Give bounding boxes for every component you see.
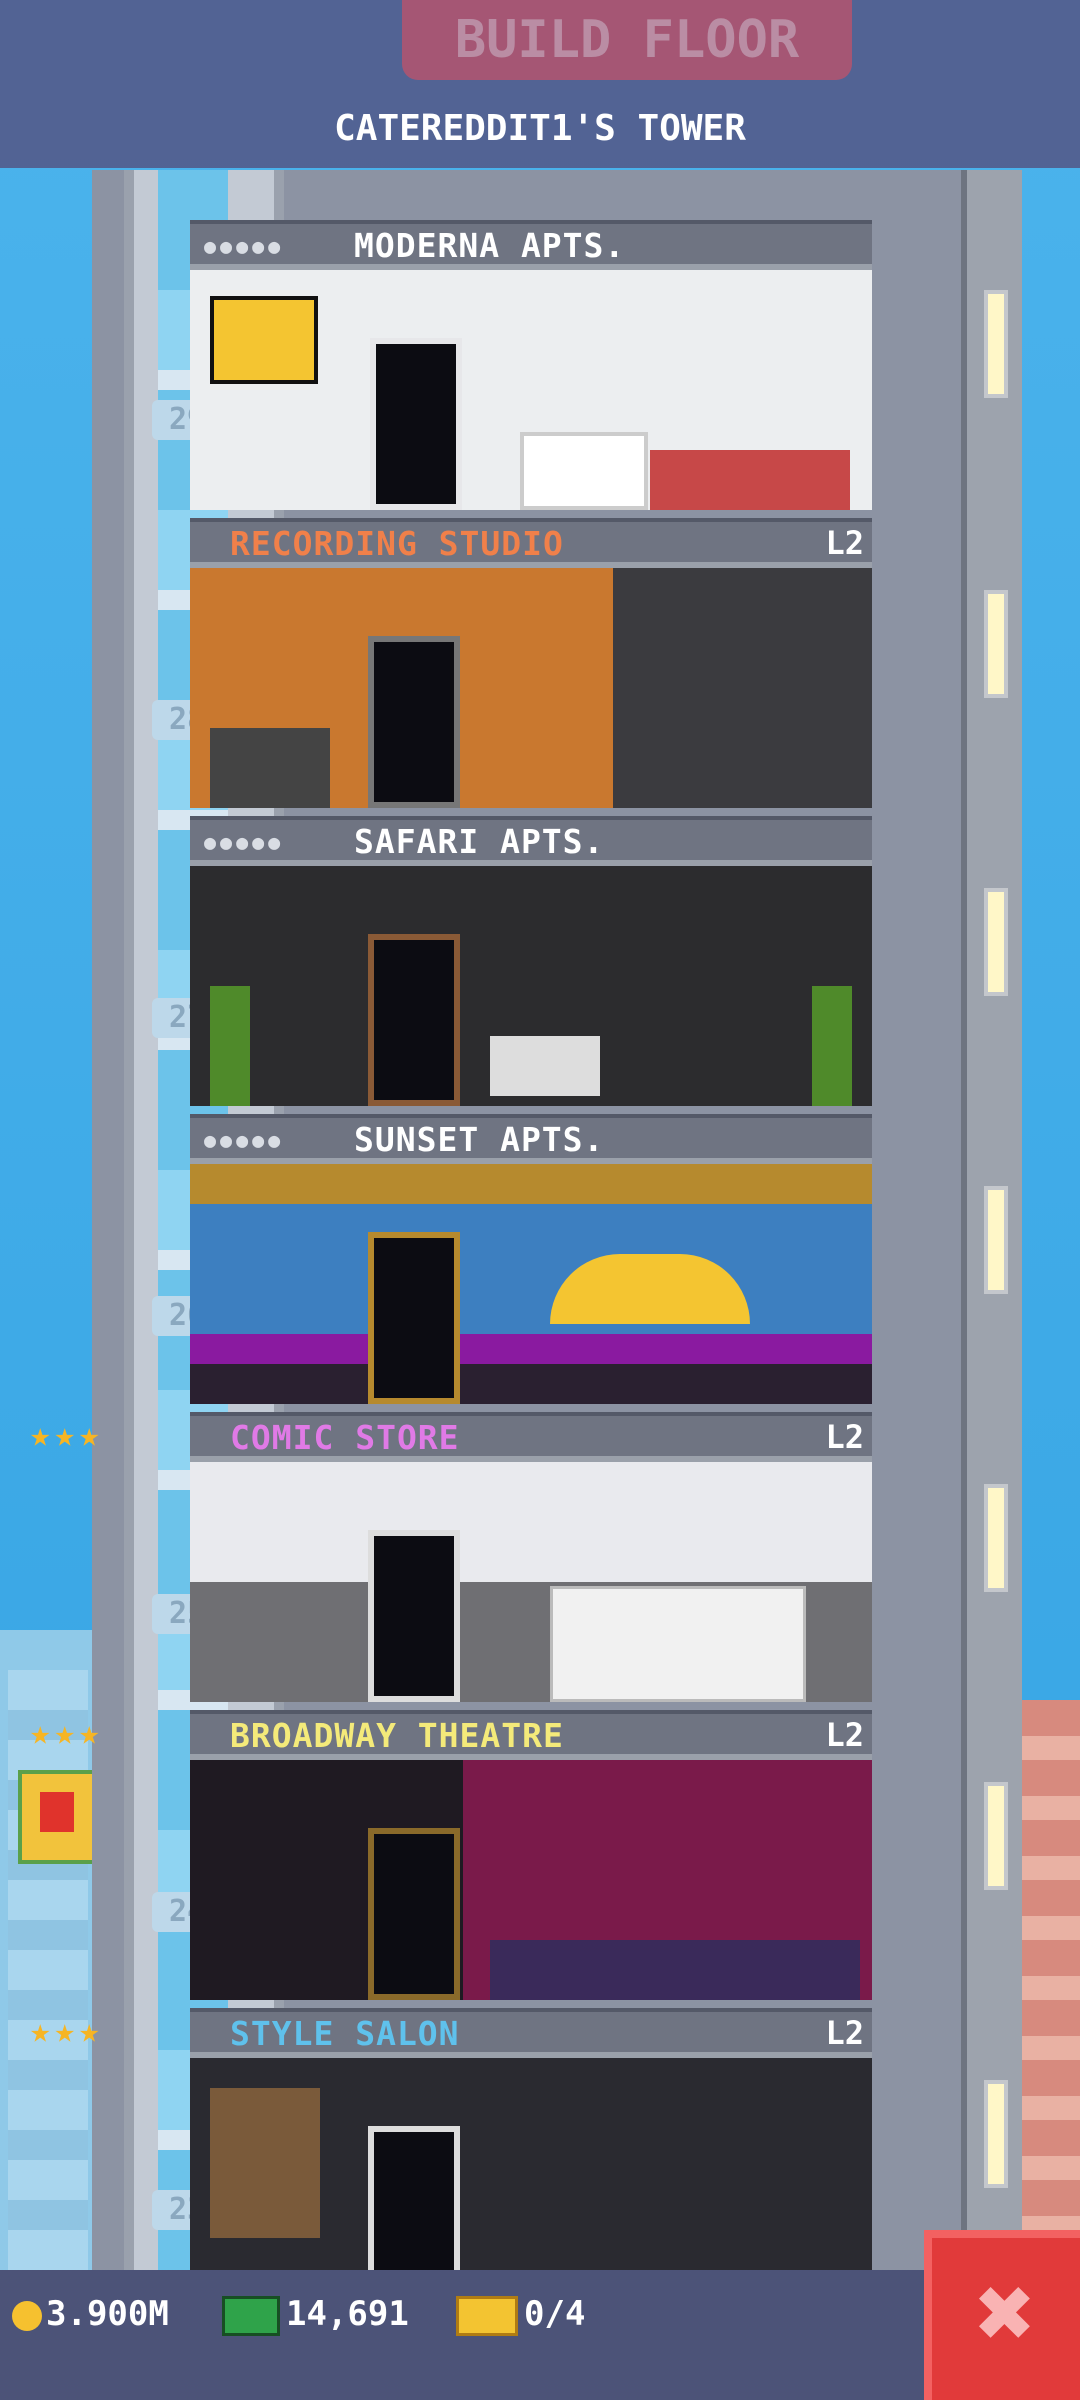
product-shelf [210,2088,320,2238]
coins-counter: 3.900M [12,2294,169,2334]
ticket-icon [456,2295,518,2336]
window-light [984,590,1008,698]
wall-painting [210,296,318,384]
floor-sign: ●●●●● MODERNA APTS. [190,220,872,270]
sofa [490,1036,600,1096]
window-light [984,888,1008,996]
window-light [984,1186,1008,1294]
floor-level-badge: L2 [825,2014,864,2052]
tower-right-column [961,170,1022,2290]
coins-value: 3.900M [46,2294,169,2334]
window-light [984,1782,1008,1890]
occupancy-indicator: ●●●●● [204,234,285,258]
floor-name: BROADWAY THEATRE [230,1716,564,1755]
floor-comic-store[interactable]: COMIC STORE L2 [190,1412,872,1710]
occupancy-indicator: ●●●●● [204,830,285,854]
stars-rating: ★★★ [30,1415,104,1455]
sunset-mural [550,1254,750,1324]
fries-billboard [18,1770,96,1864]
header-bar: BUILD FLOOR CATEREDDIT1'S TOWER [0,0,1080,168]
tickets-counter: 0/4 [456,2294,585,2336]
floor-sign: ●●●●● SUNSET APTS. [190,1114,872,1164]
floor-name: SUNSET APTS. [354,1120,605,1159]
floor-name: MODERNA APTS. [354,226,626,265]
floor-sign: ●●●●● SAFARI APTS. [190,816,872,866]
fireplace [520,432,648,510]
floor-room[interactable] [190,1760,872,2000]
build-floor-button[interactable]: BUILD FLOOR [402,0,852,80]
floor-room[interactable] [190,270,872,510]
sofa [650,450,850,510]
tickets-value: 0/4 [524,2294,586,2334]
floor-sign: COMIC STORE L2 [190,1412,872,1462]
floor-sunset-apts[interactable]: ●●●●● SUNSET APTS. [190,1114,872,1412]
door [370,338,462,510]
floor-name: SAFARI APTS. [354,822,605,861]
floor-style-salon[interactable]: STYLE SALON L2 [190,2008,872,2306]
plant [210,986,250,1106]
stars-rating: ★★★ [30,2011,104,2051]
window-light [984,1484,1008,1592]
occupancy-indicator: ●●●●● [204,1128,285,1152]
floor-room[interactable] [190,568,872,808]
floor-room[interactable] [190,1164,872,1404]
door [368,1232,460,1404]
floor-level-badge: L2 [825,1716,864,1754]
close-button[interactable]: ✖ [924,2230,1080,2400]
floor-sign: STYLE SALON L2 [190,2008,872,2058]
floor-name: STYLE SALON [230,2014,460,2053]
floor-level-badge: L2 [825,524,864,562]
door [368,1530,460,1702]
window-light [984,290,1008,398]
door [368,636,460,808]
floor-name: RECORDING STUDIO [230,524,564,563]
stars-rating: ★★★ [30,1713,104,1753]
floor-level-badge: L2 [825,1418,864,1456]
floor-broadway-theatre[interactable]: BROADWAY THEATRE L2 [190,1710,872,2008]
floor-room[interactable] [190,1462,872,1702]
coin-icon [12,2300,42,2331]
floor-name: COMIC STORE [230,1418,460,1457]
theatre-seats [490,1940,860,2000]
tower-title: CATEREDDIT1'S TOWER [334,108,746,149]
floor-recording-studio[interactable]: RECORDING STUDIO L2 [190,518,872,816]
floor-safari-apts[interactable]: ●●●●● SAFARI APTS. [190,816,872,1114]
floor-moderna-apts[interactable]: ●●●●● MODERNA APTS. [190,220,872,518]
floor-sign: BROADWAY THEATRE L2 [190,1710,872,1760]
bux-counter: 14,691 [222,2294,409,2336]
floor-sign: RECORDING STUDIO L2 [190,518,872,568]
floor-room[interactable] [190,2058,872,2298]
door [368,1828,460,2000]
background-building-right [1018,1700,1080,2300]
plant [812,986,852,1106]
comic-rack [550,1586,806,1702]
door [368,934,460,1106]
bux-icon [222,2295,280,2336]
floor-room[interactable] [190,866,872,1106]
window-light [984,2080,1008,2188]
bux-value: 14,691 [286,2294,409,2334]
mixing-desk [210,728,330,808]
